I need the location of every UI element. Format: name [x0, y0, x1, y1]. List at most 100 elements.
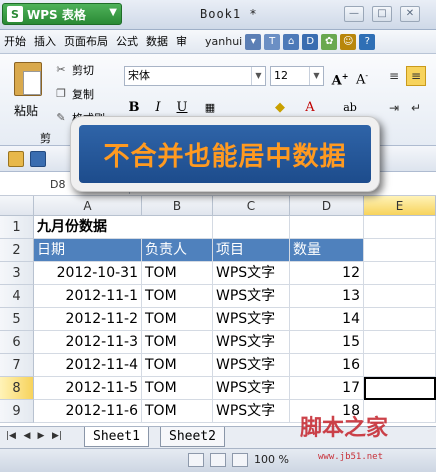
user-icon[interactable]: ☺	[340, 33, 357, 50]
cut-button[interactable]: ✂ 剪切	[54, 62, 94, 78]
grow-font-icon[interactable]: A+	[330, 66, 350, 88]
menu-page-layout[interactable]: 页面布局	[60, 32, 112, 52]
table-cell-date[interactable]: 2012-11-3	[34, 331, 142, 354]
table-cell-quantity[interactable]: 14	[290, 308, 364, 331]
table-cell-project[interactable]: WPS文字	[213, 285, 290, 308]
table-cell-owner[interactable]: TOM	[142, 354, 213, 377]
table-cell-date[interactable]: 2012-11-1	[34, 285, 142, 308]
page-break-view-icon[interactable]	[232, 453, 248, 467]
indent-icon[interactable]: ⇥	[384, 98, 404, 118]
column-header-a[interactable]: A	[34, 196, 142, 216]
active-cell[interactable]	[364, 377, 436, 400]
cell[interactable]	[142, 216, 213, 239]
normal-view-icon[interactable]	[188, 453, 204, 467]
align-center-icon[interactable]: ≡	[406, 66, 426, 86]
open-folder-icon[interactable]	[8, 151, 24, 167]
table-cell-date[interactable]: 2012-11-5	[34, 377, 142, 400]
column-header-c[interactable]: C	[213, 196, 290, 216]
close-button[interactable]: ✕	[400, 6, 420, 22]
header-cell-date[interactable]: 日期	[34, 239, 142, 262]
page-layout-view-icon[interactable]	[210, 453, 226, 467]
table-cell-quantity[interactable]: 12	[290, 262, 364, 285]
skin-icon[interactable]: ▾	[245, 33, 262, 50]
table-cell-date[interactable]: 2012-11-4	[34, 354, 142, 377]
title-cell[interactable]: 九月份数据	[34, 216, 142, 239]
shrink-font-icon[interactable]: A-	[352, 66, 372, 87]
first-sheet-icon[interactable]: |◀	[6, 431, 16, 441]
row-header-1[interactable]: 1	[0, 216, 34, 239]
table-cell-owner[interactable]: TOM	[142, 262, 213, 285]
wrap-text-icon[interactable]: ↵	[406, 98, 426, 118]
table-cell-date[interactable]: 2012-11-2	[34, 308, 142, 331]
font-color-icon[interactable]: A	[300, 98, 320, 118]
fill-color-icon[interactable]: ◆	[270, 98, 290, 118]
next-sheet-icon[interactable]: ▶	[36, 431, 46, 441]
select-all-corner[interactable]	[0, 196, 34, 216]
table-cell-date[interactable]: 2012-10-31	[34, 262, 142, 285]
zoom-level[interactable]: 100 %	[254, 453, 289, 466]
cell[interactable]	[364, 216, 436, 239]
shirt-icon[interactable]: T	[264, 33, 281, 50]
user-name[interactable]: yanhui	[205, 35, 242, 48]
column-header-e[interactable]: E	[364, 196, 436, 216]
font-name-select[interactable]: 宋体 ▼	[124, 66, 266, 86]
align-left-icon[interactable]: ≡	[384, 66, 404, 86]
app-menu-button[interactable]: S WPS 表格 ▼	[2, 3, 122, 25]
row-header-3[interactable]: 3	[0, 262, 34, 285]
border-icon[interactable]: ▦	[200, 98, 220, 118]
row-header-7[interactable]: 7	[0, 354, 34, 377]
menu-review[interactable]: 审	[172, 32, 191, 52]
row-header-2[interactable]: 2	[0, 239, 34, 262]
row-header-6[interactable]: 6	[0, 331, 34, 354]
table-cell-project[interactable]: WPS文字	[213, 354, 290, 377]
column-header-b[interactable]: B	[142, 196, 213, 216]
sheet-tab-sheet1[interactable]: Sheet1	[84, 427, 149, 447]
table-cell-owner[interactable]: TOM	[142, 400, 213, 423]
last-sheet-icon[interactable]: ▶|	[52, 431, 62, 441]
prev-sheet-icon[interactable]: ◀	[22, 431, 32, 441]
table-cell-quantity[interactable]: 17	[290, 377, 364, 400]
column-header-d[interactable]: D	[290, 196, 364, 216]
underline-button[interactable]: U	[172, 98, 192, 118]
table-cell-owner[interactable]: TOM	[142, 331, 213, 354]
cell[interactable]	[364, 239, 436, 262]
cell[interactable]	[213, 216, 290, 239]
table-cell-project[interactable]: WPS文字	[213, 308, 290, 331]
row-header-9[interactable]: 9	[0, 400, 34, 423]
cell[interactable]	[364, 308, 436, 331]
sheet-tab-sheet2[interactable]: Sheet2	[160, 427, 225, 447]
italic-button[interactable]: I	[148, 98, 168, 118]
table-cell-owner[interactable]: TOM	[142, 285, 213, 308]
copy-button[interactable]: ❐ 复制	[54, 86, 94, 102]
font-size-select[interactable]: 12 ▼	[270, 66, 324, 86]
table-cell-project[interactable]: WPS文字	[213, 262, 290, 285]
menu-formulas[interactable]: 公式	[112, 32, 142, 52]
menu-insert[interactable]: 插入	[30, 32, 60, 52]
save-icon[interactable]	[30, 151, 46, 167]
cell[interactable]	[364, 262, 436, 285]
menu-home[interactable]: 开始	[0, 32, 30, 52]
table-cell-quantity[interactable]: 16	[290, 354, 364, 377]
row-header-5[interactable]: 5	[0, 308, 34, 331]
cell[interactable]	[364, 331, 436, 354]
table-cell-project[interactable]: WPS文字	[213, 331, 290, 354]
change-case-icon[interactable]: ab	[340, 98, 360, 118]
minimize-button[interactable]: —	[344, 6, 364, 22]
table-cell-project[interactable]: WPS文字	[213, 377, 290, 400]
table-cell-date[interactable]: 2012-11-6	[34, 400, 142, 423]
cell[interactable]	[364, 354, 436, 377]
table-cell-owner[interactable]: TOM	[142, 308, 213, 331]
docer-icon[interactable]: D	[302, 33, 319, 50]
table-cell-owner[interactable]: TOM	[142, 377, 213, 400]
help-icon[interactable]: ?	[359, 33, 376, 50]
bold-button[interactable]: B	[124, 98, 144, 118]
table-cell-project[interactable]: WPS文字	[213, 400, 290, 423]
menu-data[interactable]: 数据	[142, 32, 172, 52]
row-header-4[interactable]: 4	[0, 285, 34, 308]
cell[interactable]	[364, 285, 436, 308]
paste-button[interactable]: 粘贴	[6, 60, 50, 140]
home-icon[interactable]: ⌂	[283, 33, 300, 50]
row-header-8[interactable]: 8	[0, 377, 34, 400]
table-cell-quantity[interactable]: 15	[290, 331, 364, 354]
table-cell-quantity[interactable]: 13	[290, 285, 364, 308]
